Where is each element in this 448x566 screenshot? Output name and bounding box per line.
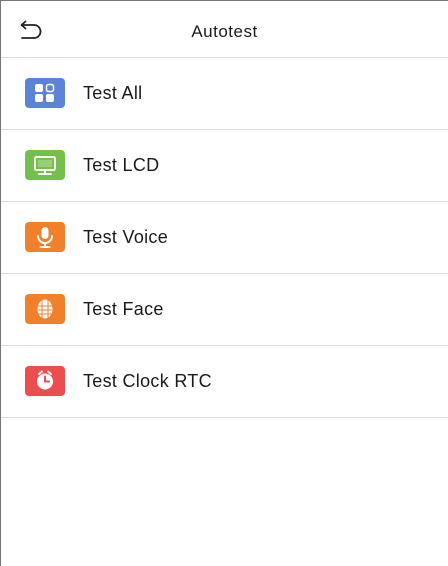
header-bar: Autotest	[1, 1, 448, 58]
monitor-icon	[25, 150, 65, 180]
menu-item-label: Test Face	[83, 299, 164, 319]
menu-item-label: Test Voice	[83, 227, 169, 247]
menu-item-test-all[interactable]: Test All	[1, 58, 448, 130]
menu-item-label: Test LCD	[83, 155, 160, 175]
menu-item-test-voice[interactable]: Test Voice	[1, 202, 448, 274]
menu-item-test-lcd[interactable]: Test LCD	[1, 130, 448, 202]
face-icon	[25, 294, 65, 324]
clock-icon	[25, 366, 65, 396]
menu-item-test-face[interactable]: Test Face	[1, 274, 448, 346]
test-all-icon	[25, 78, 65, 108]
menu-item-test-clock-rtc[interactable]: Test Clock RTC	[1, 346, 448, 418]
autotest-menu-list: Test All Test LCD Test Voice Test Face T…	[1, 58, 448, 418]
menu-item-label: Test Clock RTC	[83, 371, 212, 391]
autotest-screen: Autotest Test All Test LCD Test Voice Te…	[0, 0, 448, 566]
microphone-icon	[25, 222, 65, 252]
menu-item-label: Test All	[83, 83, 143, 103]
page-title: Autotest	[191, 22, 258, 41]
